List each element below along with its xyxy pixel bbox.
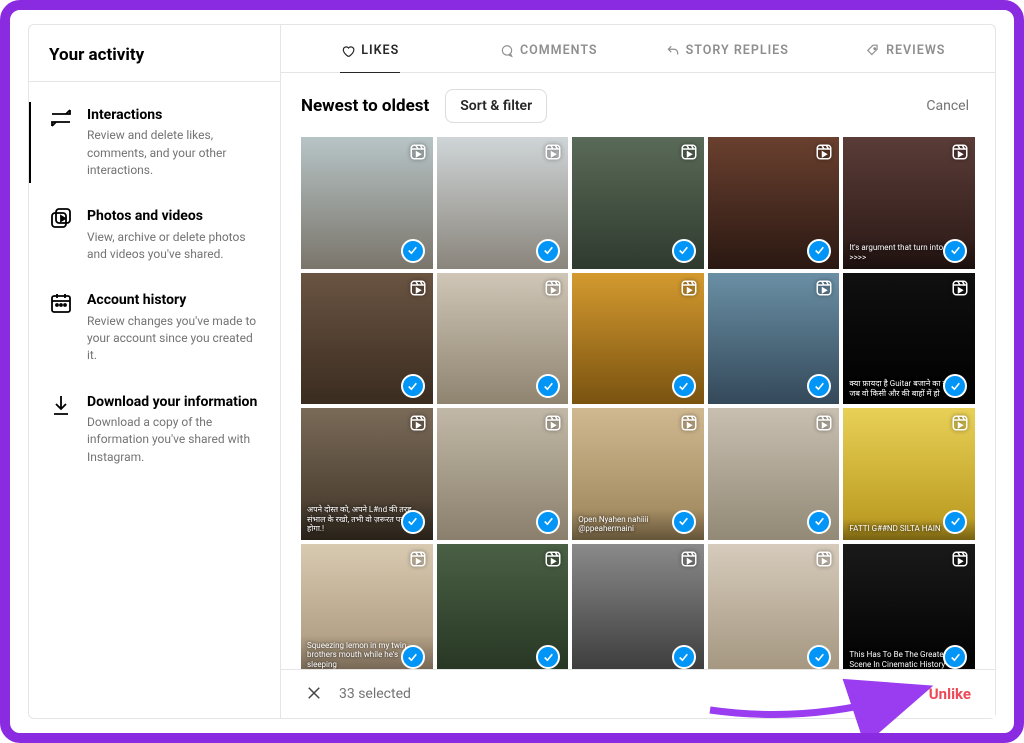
- reel-icon: [951, 279, 969, 297]
- comment-icon: [500, 44, 514, 58]
- media-thumb[interactable]: [437, 408, 569, 540]
- sidebar-item-photos-videos[interactable]: Photos and videos View, archive or delet…: [29, 193, 280, 277]
- selected-check-icon: [943, 645, 967, 669]
- selected-count: 33 selected: [339, 686, 411, 702]
- selected-check-icon: [672, 645, 696, 669]
- tab-label: REVIEWS: [886, 43, 945, 58]
- reel-icon: [544, 143, 562, 161]
- sidebar-item-label: Photos and videos: [87, 207, 262, 225]
- media-thumb[interactable]: FATTI G##ND SILTA HAIN: [843, 408, 975, 540]
- sidebar-item-label: Download your information: [87, 393, 262, 411]
- reel-icon: [815, 143, 833, 161]
- media-thumb[interactable]: [572, 544, 704, 669]
- tab-reviews[interactable]: REVIEWS: [817, 25, 996, 72]
- reel-icon: [409, 143, 427, 161]
- reel-icon: [951, 414, 969, 432]
- reel-icon: [680, 279, 698, 297]
- main-content: LIKES COMMENTS STORY REPLIES REVIEWS New…: [281, 25, 995, 718]
- selected-check-icon: [401, 645, 425, 669]
- reel-icon: [680, 143, 698, 161]
- clear-selection-button[interactable]: [305, 684, 325, 704]
- selected-check-icon: [536, 239, 560, 263]
- tab-story-replies[interactable]: STORY REPLIES: [638, 25, 817, 72]
- selected-check-icon: [943, 239, 967, 263]
- reel-icon: [815, 279, 833, 297]
- selected-check-icon: [401, 510, 425, 534]
- media-thumb[interactable]: It's argument that turn into this >>>>: [843, 137, 975, 269]
- selected-check-icon: [672, 239, 696, 263]
- reel-icon: [680, 414, 698, 432]
- media-thumb[interactable]: [708, 273, 840, 405]
- tab-likes[interactable]: LIKES: [281, 25, 460, 72]
- unlike-button[interactable]: Unlike: [929, 685, 971, 703]
- media-thumb[interactable]: [708, 137, 840, 269]
- heart-icon: [341, 44, 355, 58]
- selected-check-icon: [943, 510, 967, 534]
- media-thumb[interactable]: Squeezing lemon in my twin brothers mout…: [301, 544, 433, 669]
- tab-label: COMMENTS: [520, 43, 598, 58]
- sort-order-label: Newest to oldest: [301, 96, 429, 116]
- download-icon: [49, 393, 73, 417]
- media-thumb[interactable]: This Has To Be The Greatest Scene In Cin…: [843, 544, 975, 669]
- tab-comments[interactable]: COMMENTS: [460, 25, 639, 72]
- media-thumb[interactable]: क्या फ़ायदा है Guitar बजाने का साहब जब व…: [843, 273, 975, 405]
- sidebar-item-interactions[interactable]: Interactions Review and delete likes, co…: [29, 92, 280, 193]
- calendar-icon: [49, 291, 73, 315]
- reel-icon: [815, 414, 833, 432]
- tag-icon: [866, 44, 880, 58]
- media-thumb[interactable]: [301, 273, 433, 405]
- media-thumb[interactable]: [437, 137, 569, 269]
- selected-check-icon: [672, 374, 696, 398]
- media-thumb[interactable]: [437, 273, 569, 405]
- sidebar-item-label: Interactions: [87, 106, 262, 124]
- media-thumb[interactable]: [708, 408, 840, 540]
- interactions-icon: [49, 106, 73, 130]
- reel-icon: [951, 143, 969, 161]
- grid-scroll[interactable]: It's argument that turn into this >>>>क्…: [281, 137, 995, 669]
- sidebar: Your activity Interactions Review and de…: [29, 25, 281, 718]
- selected-check-icon: [401, 239, 425, 263]
- sidebar-item-desc: Review and delete likes, comments, and y…: [87, 127, 262, 179]
- reel-icon: [815, 550, 833, 568]
- reel-icon: [409, 550, 427, 568]
- sidebar-item-download[interactable]: Download your information Download a cop…: [29, 379, 280, 480]
- reply-icon: [666, 44, 680, 58]
- reel-icon: [409, 279, 427, 297]
- tab-label: LIKES: [361, 43, 399, 58]
- close-icon: [305, 684, 323, 702]
- toolbar: Newest to oldest Sort & filter Cancel: [281, 73, 995, 137]
- sidebar-item-label: Account history: [87, 291, 262, 309]
- media-thumb[interactable]: [708, 544, 840, 669]
- media-thumb[interactable]: [572, 137, 704, 269]
- media-thumb[interactable]: अपने दोस्त को, अपने L#nd की तरह संभाल के…: [301, 408, 433, 540]
- media-icon: [49, 207, 73, 231]
- reel-icon: [680, 550, 698, 568]
- sidebar-item-account-history[interactable]: Account history Review changes you've ma…: [29, 277, 280, 378]
- sidebar-item-desc: Download a copy of the information you'v…: [87, 414, 262, 466]
- page-title: Your activity: [49, 45, 260, 65]
- media-thumb[interactable]: [572, 273, 704, 405]
- cancel-button[interactable]: Cancel: [926, 98, 975, 114]
- sidebar-header: Your activity: [29, 25, 280, 82]
- selected-check-icon: [401, 374, 425, 398]
- tabs: LIKES COMMENTS STORY REPLIES REVIEWS: [281, 25, 995, 73]
- reel-icon: [544, 279, 562, 297]
- reel-icon: [951, 550, 969, 568]
- media-grid: It's argument that turn into this >>>>क्…: [301, 137, 975, 669]
- selection-footer: 33 selected Unlike: [281, 669, 995, 718]
- sidebar-item-desc: View, archive or delete photos and video…: [87, 229, 262, 264]
- selected-check-icon: [672, 510, 696, 534]
- selected-check-icon: [536, 510, 560, 534]
- selected-check-icon: [807, 239, 831, 263]
- reel-icon: [544, 550, 562, 568]
- sidebar-item-desc: Review changes you've made to your accou…: [87, 313, 262, 365]
- reel-icon: [409, 414, 427, 432]
- media-thumb[interactable]: Open Nyahen nahiiii @ppeahermaini: [572, 408, 704, 540]
- media-thumb[interactable]: [437, 544, 569, 669]
- media-thumb[interactable]: [301, 137, 433, 269]
- sort-filter-button[interactable]: Sort & filter: [445, 89, 547, 123]
- tab-label: STORY REPLIES: [686, 43, 789, 58]
- reel-icon: [544, 414, 562, 432]
